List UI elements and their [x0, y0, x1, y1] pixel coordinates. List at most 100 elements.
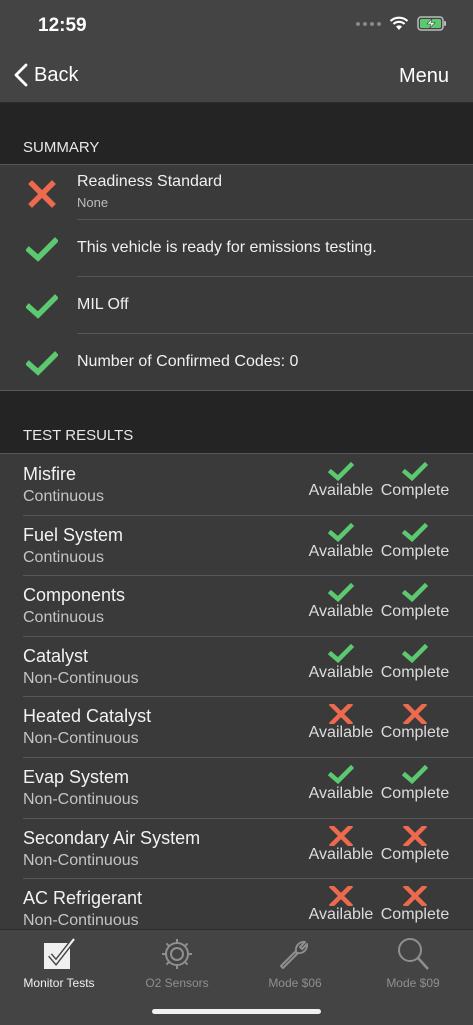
x-icon — [402, 886, 428, 906]
checkmark-icon — [402, 583, 428, 603]
status-icons — [356, 16, 447, 31]
tab-label: O2 Sensors — [145, 976, 209, 990]
gear-icon — [162, 939, 192, 969]
x-icon — [328, 886, 354, 906]
available-status: Available — [304, 886, 378, 924]
complete-label: Complete — [380, 785, 450, 802]
test-results-header: TEST RESULTS — [0, 391, 473, 453]
available-label: Available — [308, 906, 374, 923]
monitor-name: Evap System — [23, 767, 130, 787]
wifi-icon — [389, 16, 409, 30]
checkmark-icon — [402, 765, 428, 785]
available-label: Available — [308, 664, 374, 681]
summary-header-label: SUMMARY — [23, 139, 100, 156]
available-status: Available — [304, 765, 378, 803]
chevron-left-icon — [14, 63, 28, 87]
x-icon — [402, 704, 428, 724]
summary-row-mil: MIL Off — [0, 277, 473, 334]
divider — [23, 878, 473, 879]
menu-button[interactable]: Menu — [399, 65, 449, 88]
navigation-bar: Back Menu — [0, 50, 473, 103]
test-result-row: Components Continuous Available Complete — [0, 577, 473, 637]
complete-status: Complete — [378, 704, 452, 742]
tab-monitor-tests[interactable]: Monitor Tests — [0, 930, 118, 990]
test-result-row: Heated Catalyst Non-Continuous Available Co… — [0, 698, 473, 758]
monitor-name: AC Refrigerant — [23, 888, 143, 908]
test-result-row: Evap System Non-Continuous Available Comple… — [0, 759, 473, 819]
available-label: Available — [308, 482, 374, 499]
monitor-type: Non-Continuous — [23, 730, 139, 747]
available-status: Available — [304, 462, 378, 500]
checkmark-icon — [328, 644, 354, 664]
test-result-row: Secondary Air System Non-Continuous Availa… — [0, 820, 473, 880]
test-results-header-label: TEST RESULTS — [23, 427, 134, 444]
monitor-type: Non-Continuous — [23, 791, 139, 808]
summary-text: Readiness Standard — [77, 173, 222, 190]
x-icon — [28, 180, 56, 208]
available-status: Available — [304, 583, 378, 621]
monitor-name: Catalyst — [23, 646, 89, 666]
monitor-name: Fuel System — [23, 525, 124, 545]
available-status: Available — [304, 523, 378, 561]
complete-status: Complete — [378, 886, 452, 924]
home-indicator[interactable] — [152, 1009, 321, 1014]
complete-label: Complete — [380, 482, 450, 499]
back-label: Back — [34, 63, 79, 86]
complete-status: Complete — [378, 765, 452, 803]
summary-text: Number of Confirmed Codes: 0 — [77, 353, 299, 370]
tab-label: Mode $06 — [268, 976, 322, 990]
available-label: Available — [308, 603, 374, 620]
checkmark-icon — [402, 644, 428, 664]
test-result-row: Fuel System Continuous Available Complete — [0, 517, 473, 577]
monitor-type: Non-Continuous — [23, 852, 139, 869]
tab-mode-06[interactable]: Mode $06 — [236, 930, 354, 990]
x-icon — [402, 826, 428, 846]
divider — [0, 453, 473, 454]
test-result-row: Catalyst Non-Continuous Available Complete — [0, 638, 473, 698]
divider — [23, 636, 473, 637]
available-label: Available — [308, 543, 374, 560]
status-bar: 12:59 — [0, 0, 473, 50]
available-label: Available — [308, 785, 374, 802]
complete-label: Complete — [380, 846, 450, 863]
monitor-name: Secondary Air System — [23, 828, 201, 848]
summary-row-confirmed-codes: Number of Confirmed Codes: 0 — [0, 334, 473, 391]
available-status: Available — [304, 644, 378, 682]
summary-row-readiness: Readiness Standard None — [0, 165, 473, 222]
complete-label: Complete — [380, 906, 450, 923]
complete-status: Complete — [378, 462, 452, 500]
monitor-name: Misfire — [23, 464, 76, 484]
checkmark-icon — [328, 523, 354, 543]
signal-icon — [356, 21, 381, 26]
monitor-name: Components — [23, 585, 126, 605]
monitor-type: Continuous — [23, 609, 104, 626]
tab-o2-sensors[interactable]: O2 Sensors — [118, 930, 236, 990]
monitor-type: Non-Continuous — [23, 670, 139, 687]
back-button[interactable]: Back — [14, 63, 78, 87]
tab-label: Monitor Tests — [23, 976, 95, 990]
monitor-name: Heated Catalyst — [23, 706, 152, 726]
available-label: Available — [308, 724, 374, 741]
monitor-type: Non-Continuous — [23, 912, 139, 929]
checkbox-icon — [44, 937, 76, 969]
summary-row-emissions-ready: This vehicle is ready for emissions test… — [0, 220, 473, 277]
tab-label: Mode $09 — [386, 976, 440, 990]
tab-mode-09[interactable]: Mode $09 — [354, 930, 472, 990]
checkmark-icon — [328, 583, 354, 603]
divider — [23, 696, 473, 697]
checkmark-icon — [26, 351, 58, 376]
status-time: 12:59 — [38, 15, 87, 36]
checkmark-icon — [402, 523, 428, 543]
available-status: Available — [304, 704, 378, 742]
available-label: Available — [308, 846, 374, 863]
divider — [23, 575, 473, 576]
summary-subtext: None — [77, 195, 109, 210]
divider — [23, 757, 473, 758]
complete-label: Complete — [380, 664, 450, 681]
summary-text: MIL Off — [77, 296, 129, 313]
battery-charging-icon — [417, 16, 446, 31]
x-icon — [328, 826, 354, 846]
test-result-row: Misfire Continuous Available Complete — [0, 456, 473, 516]
checkmark-icon — [328, 765, 354, 785]
wrench-icon — [280, 940, 309, 969]
